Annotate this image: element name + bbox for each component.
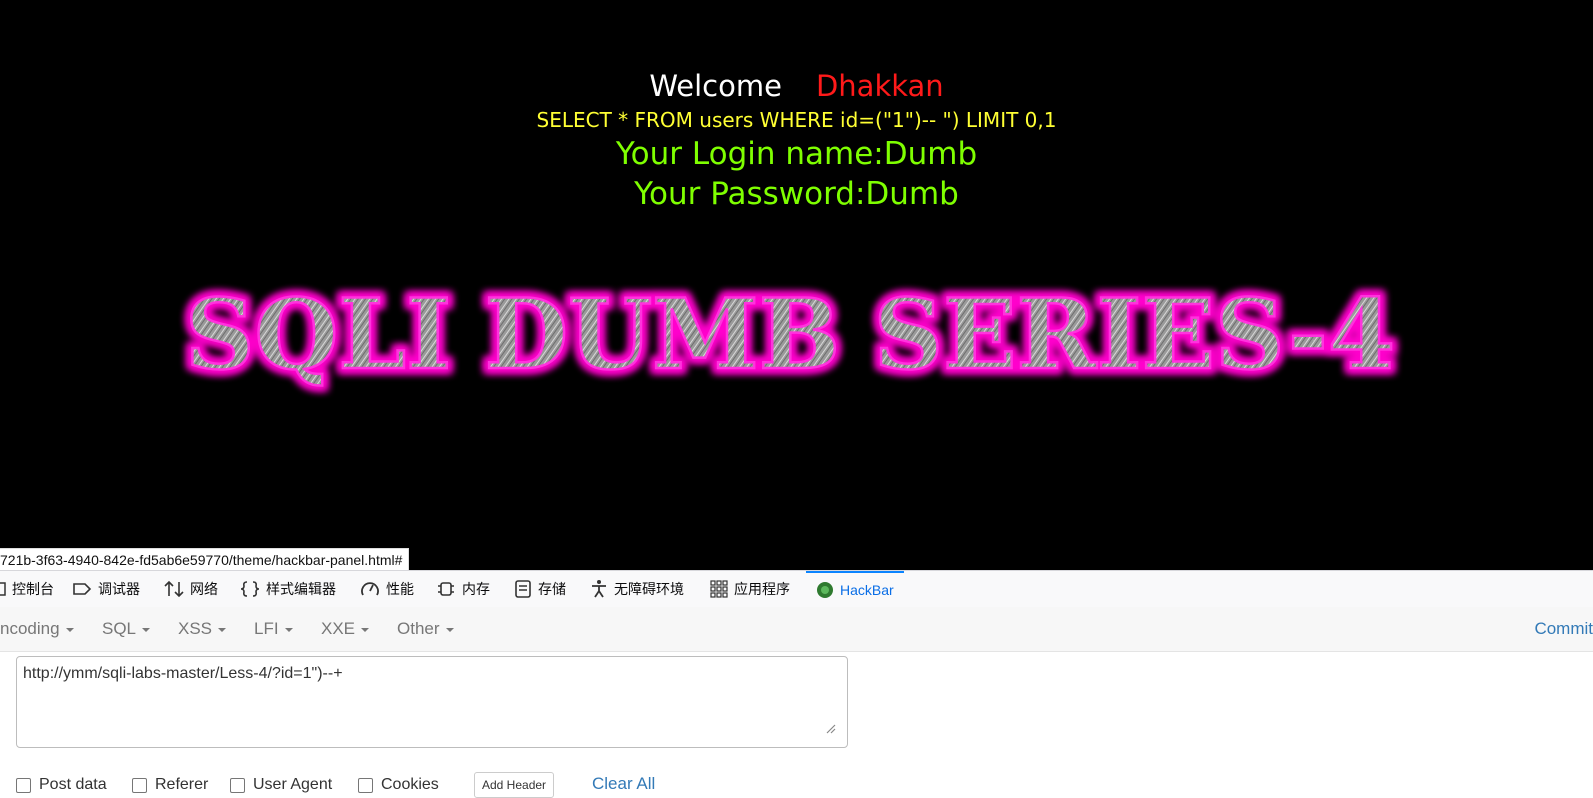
tab-label: 无障碍环境 [614,581,684,597]
tab-debugger[interactable]: 调试器 [72,571,140,607]
referer-checkbox[interactable]: Referer [132,776,208,794]
tab-network[interactable]: 网络 [164,571,218,607]
devtools-tabbar: 控制台 调试器 网络 样式编辑器 性能 内存 存储 无障碍环境 应用程序 Hac… [0,570,1593,608]
console-icon [0,582,6,596]
chevron-down-icon [284,627,293,632]
chevron-down-icon [218,627,227,632]
tab-accessibility[interactable]: 无障碍环境 [590,571,684,607]
user-agent-checkbox[interactable]: User Agent [230,776,332,794]
resize-grip-icon[interactable] [824,722,836,734]
tab-style-editor[interactable]: 样式编辑器 [240,571,336,607]
tab-label: 样式编辑器 [266,581,336,597]
checkbox-box[interactable] [132,777,147,793]
tab-label: 网络 [190,581,218,597]
add-header-button[interactable]: Add Header [474,772,555,798]
tab-console[interactable]: 控制台 [0,571,54,607]
svg-text:SQLI DUMB SERIES-4: SQLI DUMB SERIES-4 [185,280,1395,391]
welcome-name: Dhakkan [815,69,944,103]
tab-label: 内存 [462,581,490,597]
accessibility-icon [592,580,606,598]
menu-lfi[interactable]: LFI [254,607,293,651]
tab-label: 存储 [538,581,566,597]
commit-button[interactable]: Commit [1534,607,1593,651]
chevron-down-icon [65,627,74,632]
chevron-down-icon [361,627,370,632]
cookies-checkbox[interactable]: Cookies [358,776,439,794]
hackbar-icon [817,582,833,598]
application-icon [710,580,728,598]
chevron-down-icon [142,627,151,632]
tab-performance[interactable]: 性能 [360,571,414,607]
menu-sql[interactable]: SQL [102,607,151,651]
sqli-dumb-series-banner: SQLI DUMB SERIES-4 SQLI DUMB SERIES-4 [180,280,1400,396]
tab-label: 控制台 [12,581,54,597]
sql-query-text: SELECT * FROM users WHERE id=("1")-- ") … [536,108,1057,132]
hackbar-options: Post data Referer User Agent Cookies Add… [16,772,716,798]
tab-label: HackBar [840,582,894,598]
tab-storage[interactable]: 存储 [514,571,566,607]
hackbar-menu: ncoding SQL XSS LFI XXE Other Commit [0,607,1593,652]
tab-application[interactable]: 应用程序 [710,571,790,607]
menu-encoding[interactable]: ncoding [0,607,74,651]
password-text: Your Password:Dumb [634,176,959,212]
tab-label: 调试器 [98,581,140,597]
status-bar-url: 721b-3f63-4940-842e-fd5ab6e59770/theme/h… [0,548,410,572]
welcome-label: Welcome [649,69,782,103]
tab-label: 性能 [386,581,414,597]
menu-xxe[interactable]: XXE [321,607,370,651]
storage-icon [515,580,531,598]
tab-label: 应用程序 [734,581,790,597]
menu-other[interactable]: Other [397,607,454,651]
welcome-line: Welcome Dhakkan [0,68,1593,104]
login-name-text: Your Login name:Dumb [615,136,978,172]
menu-xss[interactable]: XSS [178,607,227,651]
checkbox-box[interactable] [16,777,31,793]
debugger-icon [73,583,92,595]
chevron-down-icon [445,627,454,632]
url-input[interactable]: http://ymm/sqli-labs-master/Less-4/?id=1… [16,656,848,748]
post-data-checkbox[interactable]: Post data [16,776,107,794]
memory-icon [438,582,454,596]
network-icon [164,580,184,598]
performance-icon [361,582,379,596]
clear-all-button[interactable]: Clear All [592,774,655,794]
tab-memory[interactable]: 内存 [436,571,490,607]
style-editor-icon [240,581,260,597]
sqli-page: Welcome Dhakkan SELECT * FROM users WHERE… [0,0,1593,570]
checkbox-box[interactable] [230,777,245,793]
checkbox-box[interactable] [358,777,373,793]
tab-hackbar[interactable]: HackBar [806,571,904,607]
